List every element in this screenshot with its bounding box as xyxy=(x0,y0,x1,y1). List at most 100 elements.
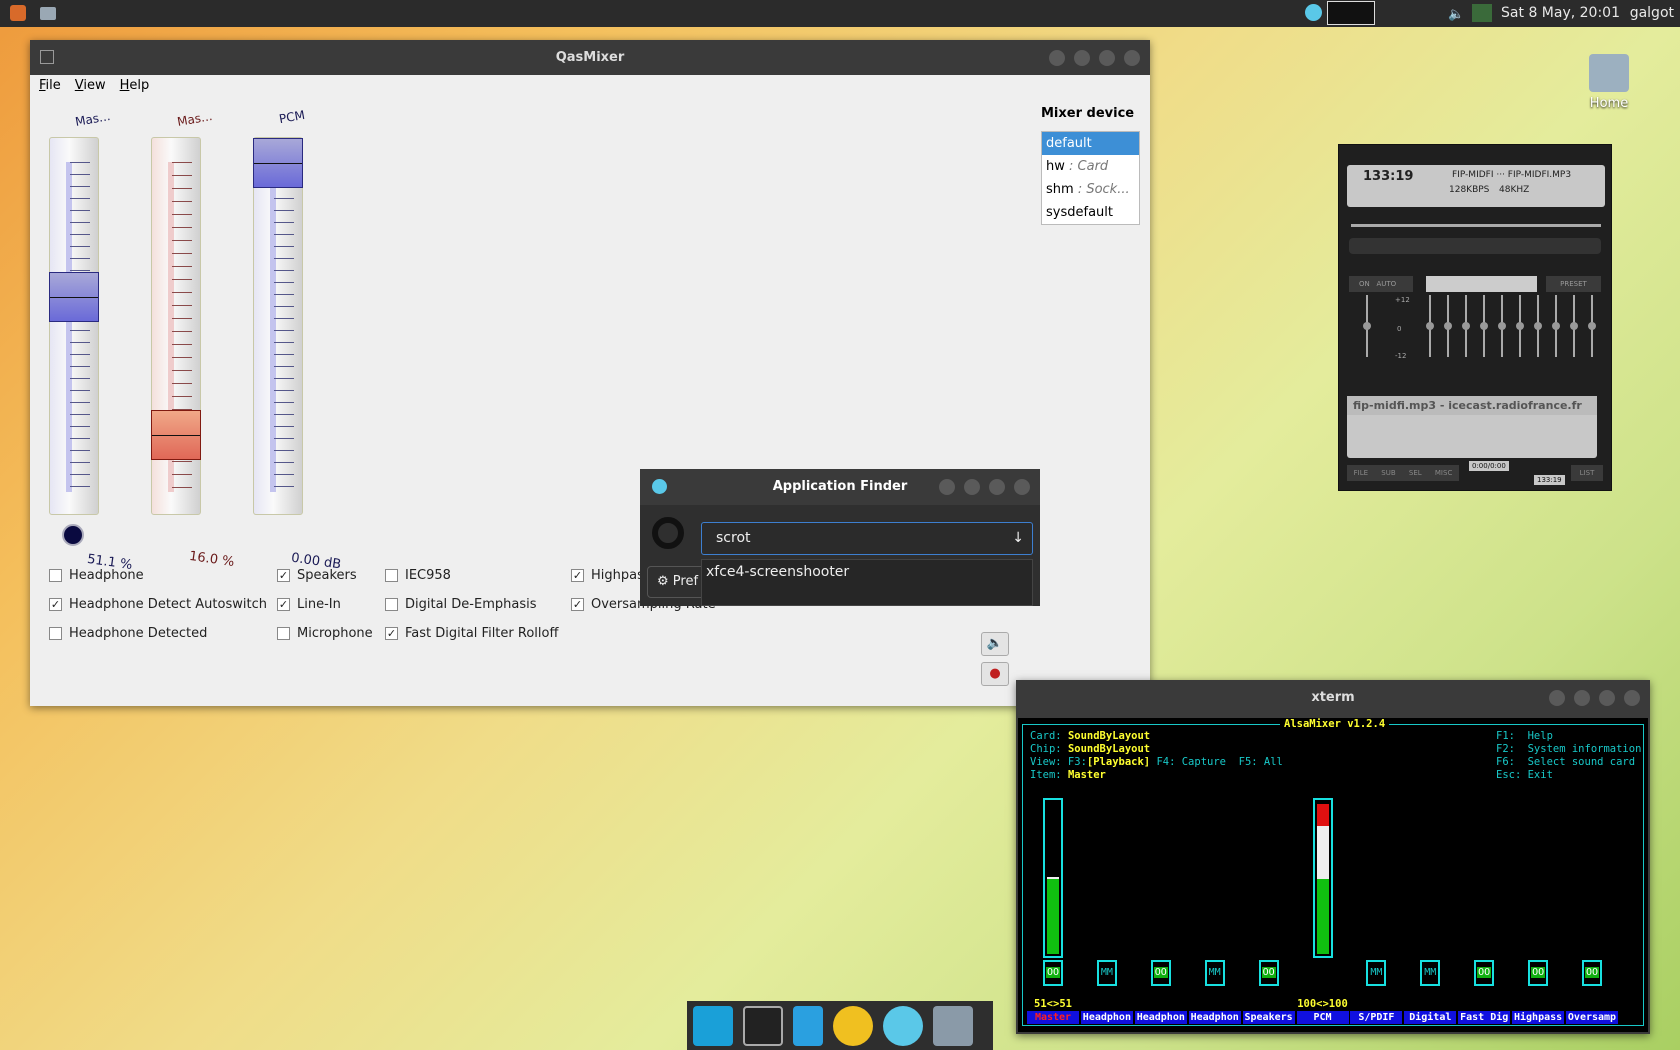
maximize-button[interactable] xyxy=(1099,50,1115,66)
user-name[interactable]: galgot xyxy=(1630,5,1674,21)
mute-toggle[interactable]: OO xyxy=(1043,960,1063,986)
eq-band-slider[interactable] xyxy=(1480,295,1488,357)
mixer-control[interactable]: OO Speakers xyxy=(1242,960,1296,1030)
menu-button[interactable] xyxy=(1549,690,1565,706)
transport-controls[interactable] xyxy=(1349,238,1601,254)
misc-button[interactable]: MISC xyxy=(1435,465,1452,481)
terminal-icon[interactable] xyxy=(743,1005,783,1046)
mixer-control[interactable]: 100<>100 PCM xyxy=(1296,798,1350,1030)
checkbox[interactable] xyxy=(49,569,62,582)
master-capture-slider[interactable] xyxy=(151,137,201,515)
folder-icon[interactable] xyxy=(40,7,56,20)
sub-button[interactable]: SUB xyxy=(1381,465,1395,481)
master-volume-slider[interactable] xyxy=(49,137,99,515)
mute-toggle[interactable]: MM xyxy=(1366,960,1387,986)
eq-knob[interactable] xyxy=(1552,322,1560,330)
eq-knob[interactable] xyxy=(1516,322,1524,330)
menu-button[interactable] xyxy=(939,479,955,495)
device-sysdefault[interactable]: sysdefault xyxy=(1042,201,1139,224)
slider-handle[interactable] xyxy=(49,272,99,322)
joined-channels-toggle[interactable] xyxy=(62,524,84,546)
eq-knob[interactable] xyxy=(1588,322,1596,330)
eq-knob[interactable] xyxy=(1444,322,1452,330)
app-finder-icon[interactable] xyxy=(1305,4,1322,21)
app-menu-icon[interactable] xyxy=(10,5,26,21)
playback-switches-button[interactable]: 🔈 xyxy=(981,632,1009,656)
app-finder-icon[interactable] xyxy=(883,1005,923,1046)
maximize-button[interactable] xyxy=(1599,690,1615,706)
device-hw[interactable]: hw : Card xyxy=(1042,155,1139,178)
mixer-control[interactable]: MM Digital xyxy=(1403,960,1457,1030)
list-button[interactable]: LIST xyxy=(1571,465,1603,481)
slider-handle[interactable] xyxy=(151,410,201,460)
minimize-button[interactable] xyxy=(964,479,980,495)
network-icon[interactable] xyxy=(1472,4,1492,22)
eq-band-slider[interactable] xyxy=(1462,295,1470,357)
mute-toggle[interactable]: OO xyxy=(1150,960,1171,986)
close-button[interactable] xyxy=(1624,690,1640,706)
list-item[interactable]: xfce4-screenshooter xyxy=(706,564,1028,580)
minimize-button[interactable] xyxy=(1574,690,1590,706)
workspace-switcher[interactable] xyxy=(1327,1,1375,25)
mute-toggle[interactable]: OO xyxy=(1528,960,1549,986)
sel-button[interactable]: SEL xyxy=(1409,465,1422,481)
slider-handle[interactable] xyxy=(253,138,303,188)
title-bar[interactable]: xterm xyxy=(1016,680,1650,716)
eq-band-slider[interactable] xyxy=(1516,295,1524,357)
mute-toggle[interactable]: OO xyxy=(1582,960,1602,986)
close-button[interactable] xyxy=(1124,50,1140,66)
home-desktop-icon[interactable]: Home xyxy=(1584,54,1634,111)
title-bar[interactable]: Application Finder xyxy=(640,469,1040,505)
eq-knob[interactable] xyxy=(1480,322,1488,330)
seek-bar[interactable] xyxy=(1351,224,1601,227)
eq-knob[interactable] xyxy=(1498,322,1506,330)
pcm-volume-slider[interactable] xyxy=(253,137,303,515)
eq-knob[interactable] xyxy=(1426,322,1434,330)
checkbox[interactable]: ✓ xyxy=(385,627,398,640)
eq-band-slider[interactable] xyxy=(1498,295,1506,357)
switch-checkbox[interactable]: ✓ Fast Digital Filter Rolloff xyxy=(385,626,558,641)
preset-button[interactable]: PRESET xyxy=(1546,276,1601,292)
checkbox[interactable] xyxy=(49,627,62,640)
expand-arrow-icon[interactable]: ↓ xyxy=(1012,523,1024,554)
folder-icon[interactable] xyxy=(933,1005,973,1046)
mixer-control[interactable]: 51<>51 OO Master xyxy=(1026,798,1080,1030)
switch-checkbox[interactable]: Headphone Detected xyxy=(49,626,207,641)
checkbox[interactable]: ✓ xyxy=(49,598,62,611)
eq-band-slider[interactable] xyxy=(1444,295,1452,357)
eq-band-slider[interactable] xyxy=(1363,295,1371,357)
eq-band-slider[interactable] xyxy=(1534,295,1542,357)
switch-checkbox[interactable]: ✓ Headphone Detect Autoswitch xyxy=(49,597,267,612)
web-browser-icon[interactable] xyxy=(833,1005,873,1046)
menu-file[interactable]: File xyxy=(39,75,61,97)
switch-checkbox[interactable]: IEC958 xyxy=(385,568,451,583)
eq-band-slider[interactable] xyxy=(1570,295,1578,357)
eq-knob[interactable] xyxy=(1570,322,1578,330)
eq-knob[interactable] xyxy=(1534,322,1542,330)
device-shm[interactable]: shm : Sock... xyxy=(1042,178,1139,201)
mute-toggle[interactable]: MM xyxy=(1420,960,1441,986)
mixer-control[interactable]: OO Headphon xyxy=(1134,960,1188,1030)
mute-toggle[interactable]: OO xyxy=(1474,960,1495,986)
switch-checkbox[interactable]: Digital De-Emphasis xyxy=(385,597,537,612)
clock[interactable]: Sat 8 May, 20:01 xyxy=(1501,5,1620,21)
checkbox[interactable] xyxy=(277,627,290,640)
checkbox[interactable] xyxy=(385,598,398,611)
menu-help[interactable]: Help xyxy=(120,75,150,97)
minimize-button[interactable] xyxy=(1074,50,1090,66)
maximize-button[interactable] xyxy=(989,479,1005,495)
checkbox[interactable] xyxy=(385,569,398,582)
playlist-item[interactable]: fip-midfi.mp3 - icecast.radiofrance.fr xyxy=(1347,396,1597,415)
search-input[interactable]: scrot ↓ xyxy=(701,522,1033,555)
menu-view[interactable]: View xyxy=(75,75,106,97)
eq-band-slider[interactable] xyxy=(1552,295,1560,357)
alsamixer-terminal[interactable]: AlsaMixer v1.2.4 Card: SoundByLayout Chi… xyxy=(1018,718,1648,1032)
switch-checkbox[interactable]: ✓ Line-In xyxy=(277,597,341,612)
volume-bar[interactable] xyxy=(1312,798,1333,958)
preferences-button[interactable]: ⚙ Pref xyxy=(647,566,707,598)
eq-knob[interactable] xyxy=(1363,322,1371,330)
checkbox[interactable]: ✓ xyxy=(277,598,290,611)
mute-toggle[interactable]: MM xyxy=(1204,960,1225,986)
mixer-control[interactable]: MM Headphon xyxy=(1188,960,1242,1030)
eq-on-auto-button[interactable]: ON AUTO xyxy=(1349,276,1413,292)
